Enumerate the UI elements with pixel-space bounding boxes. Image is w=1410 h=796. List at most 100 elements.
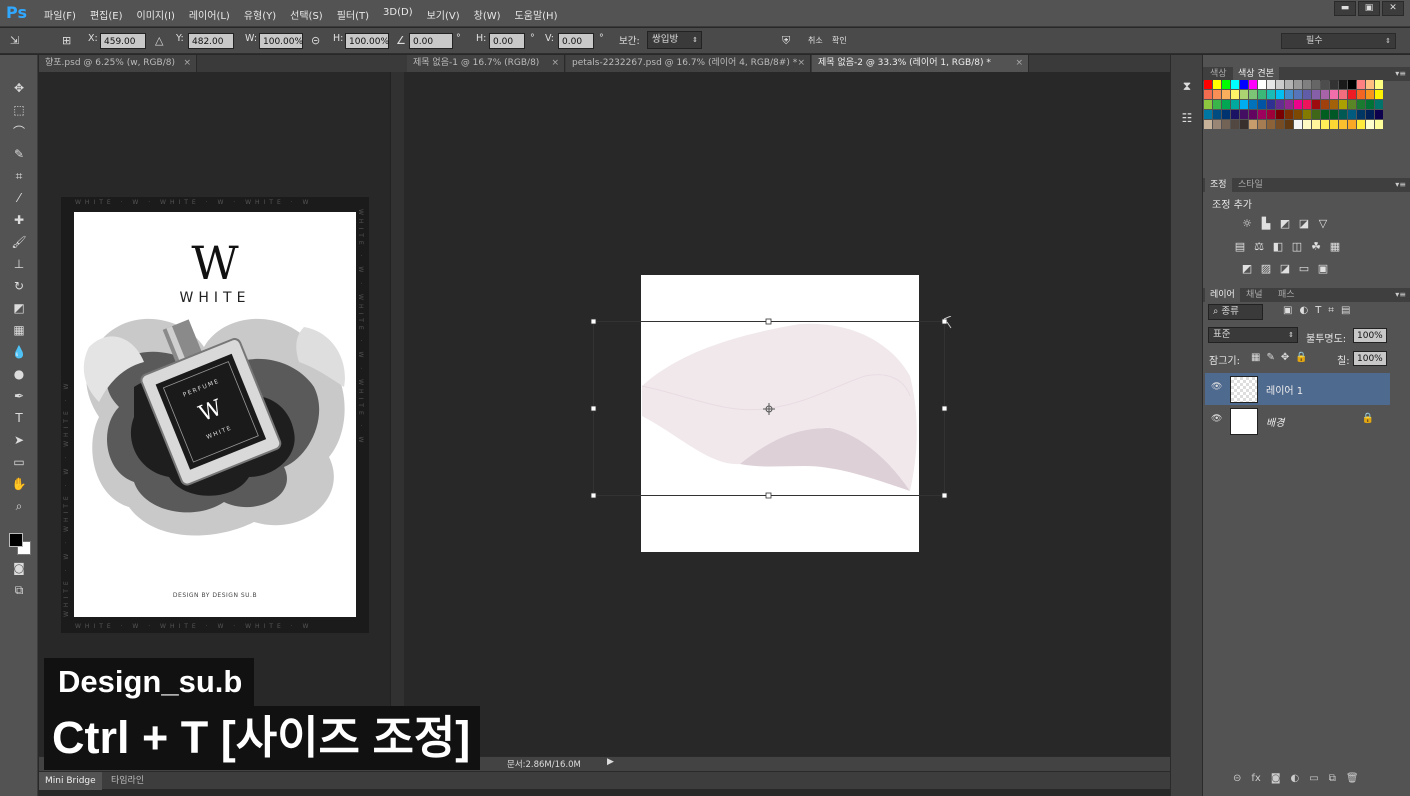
pen-tool-icon[interactable]: ✒ [10, 387, 28, 405]
swatch-cell[interactable] [1285, 110, 1293, 119]
black-white-icon[interactable]: ◧ [1271, 240, 1285, 254]
swatch-cell[interactable] [1348, 80, 1356, 89]
swatch-cell[interactable] [1366, 110, 1374, 119]
swatch-cell[interactable] [1204, 90, 1212, 99]
tab-timeline[interactable]: 타임라인 [105, 772, 150, 790]
vibrance-icon[interactable]: ▽ [1316, 217, 1330, 231]
swatch-cell[interactable] [1213, 80, 1221, 89]
zoom-tool-icon[interactable]: ⌕ [10, 497, 28, 515]
properties-panel-icon[interactable]: ☷ [1178, 109, 1196, 127]
swatch-cell[interactable] [1267, 100, 1275, 109]
hue-saturation-icon[interactable]: ▤ [1233, 240, 1247, 254]
swatch-cell[interactable] [1258, 110, 1266, 119]
channel-mixer-icon[interactable]: ☘ [1309, 240, 1323, 254]
swatch-cell[interactable] [1375, 120, 1383, 129]
swatch-cell[interactable] [1222, 100, 1230, 109]
dodge-tool-icon[interactable]: ● [10, 365, 28, 383]
hskew-field[interactable]: 0.00 [489, 33, 525, 49]
petal-layer-transform[interactable] [590, 316, 954, 502]
gradient-map-icon[interactable]: ▭ [1297, 262, 1311, 276]
visibility-eye-icon[interactable]: 👁 [1211, 414, 1222, 424]
swatch-cell[interactable] [1339, 80, 1347, 89]
swatch-cell[interactable] [1330, 100, 1338, 109]
lasso-tool-icon[interactable]: ⌒ [10, 123, 28, 141]
history-panel-icon[interactable]: ⧗ [1178, 77, 1196, 95]
color-lookup-icon[interactable]: ▦ [1328, 240, 1342, 254]
rectangle-tool-icon[interactable]: ▭ [10, 453, 28, 471]
swatch-cell[interactable] [1339, 120, 1347, 129]
swatch-cell[interactable] [1204, 120, 1212, 129]
swatch-cell[interactable] [1222, 90, 1230, 99]
marquee-tool-icon[interactable]: ⬚ [10, 101, 28, 119]
foreground-color-swatch[interactable] [9, 533, 23, 547]
tab-adjustments[interactable]: 조정 [1205, 178, 1232, 192]
tab-color[interactable]: 색상 [1205, 67, 1232, 81]
swatch-cell[interactable] [1312, 90, 1320, 99]
swatch-cell[interactable] [1330, 80, 1338, 89]
tab-perfume-psd[interactable]: 향포.psd @ 6.25% (w, RGB/8) × [39, 55, 197, 72]
quick-select-tool-icon[interactable]: ✎ [10, 145, 28, 163]
adjustment-filter-icon[interactable]: ◐ [1299, 305, 1308, 316]
link-icon[interactable]: ⊝ [311, 34, 320, 47]
swatch-cell[interactable] [1267, 110, 1275, 119]
layer-row-layer-1[interactable]: 👁 레이어 1 [1205, 373, 1390, 405]
swatch-cell[interactable] [1312, 100, 1320, 109]
swatch-cell[interactable] [1240, 100, 1248, 109]
swatch-cell[interactable] [1249, 100, 1257, 109]
eyedropper-tool-icon[interactable]: ⁄ [10, 189, 28, 207]
type-tool-icon[interactable]: T [10, 409, 28, 427]
lock-position-icon[interactable]: ✥ [1281, 352, 1289, 363]
exposure-icon[interactable]: ◪ [1297, 217, 1311, 231]
swatch-cell[interactable] [1285, 100, 1293, 109]
swatch-cell[interactable] [1231, 90, 1239, 99]
invert-icon[interactable]: ◩ [1240, 262, 1254, 276]
menu-help[interactable]: 도움말(H) [515, 7, 558, 22]
swatch-cell[interactable] [1258, 100, 1266, 109]
swatch-cell[interactable] [1294, 90, 1302, 99]
swatch-cell[interactable] [1303, 110, 1311, 119]
status-menu-arrow-icon[interactable]: ▶ [607, 757, 614, 767]
warp-mode-icon[interactable]: ⛨ [782, 34, 790, 48]
swatch-cell[interactable] [1267, 120, 1275, 129]
path-selection-tool-icon[interactable]: ➤ [10, 431, 28, 449]
swatch-cell[interactable] [1357, 80, 1365, 89]
swatch-cell[interactable] [1321, 110, 1329, 119]
swatch-cell[interactable] [1204, 110, 1212, 119]
swatch-cell[interactable] [1204, 80, 1212, 89]
move-tool-preset-icon[interactable]: ⇲ [10, 34, 19, 47]
swatch-cell[interactable] [1339, 100, 1347, 109]
swatch-cell[interactable] [1303, 120, 1311, 129]
close-icon[interactable]: × [797, 55, 805, 72]
add-mask-icon[interactable]: ◙ [1271, 773, 1281, 784]
x-field[interactable]: 459.00 px [100, 33, 146, 63]
menu-layer[interactable]: 레이어(L) [189, 7, 230, 22]
swatch-cell[interactable] [1213, 110, 1221, 119]
menu-file[interactable]: 파일(F) [44, 7, 76, 22]
swatch-cell[interactable] [1249, 110, 1257, 119]
swatch-cell[interactable] [1339, 110, 1347, 119]
swatch-cell[interactable] [1330, 90, 1338, 99]
maximize-button[interactable]: ▣ [1358, 1, 1380, 16]
swatch-cell[interactable] [1339, 90, 1347, 99]
swatch-cell[interactable] [1240, 90, 1248, 99]
menu-window[interactable]: 창(W) [474, 7, 501, 22]
tab-layers[interactable]: 레이어 [1205, 288, 1240, 302]
swatch-cell[interactable] [1222, 110, 1230, 119]
smart-filter-icon[interactable]: ▤ [1341, 305, 1350, 316]
swatch-cell[interactable] [1348, 90, 1356, 99]
swatch-cell[interactable] [1231, 80, 1239, 89]
swatch-cell[interactable] [1276, 110, 1284, 119]
swatch-cell[interactable] [1321, 100, 1329, 109]
swatch-cell[interactable] [1294, 80, 1302, 89]
menu-select[interactable]: 선택(S) [290, 7, 323, 22]
vskew-field[interactable]: 0.00 [558, 33, 594, 49]
swatch-cell[interactable] [1240, 120, 1248, 129]
tab-untitled-2[interactable]: 제목 없음-2 @ 33.3% (레이어 1, RGB/8) * × [812, 55, 1029, 72]
swatch-cell[interactable] [1294, 120, 1302, 129]
swatch-cell[interactable] [1204, 100, 1212, 109]
swatch-cell[interactable] [1285, 90, 1293, 99]
delete-layer-icon[interactable]: 🗑 [1346, 773, 1359, 784]
blend-mode-select[interactable]: 표준 ⇕ [1208, 327, 1298, 343]
swatch-cell[interactable] [1366, 100, 1374, 109]
shape-filter-icon[interactable]: ⌗ [1328, 305, 1334, 316]
